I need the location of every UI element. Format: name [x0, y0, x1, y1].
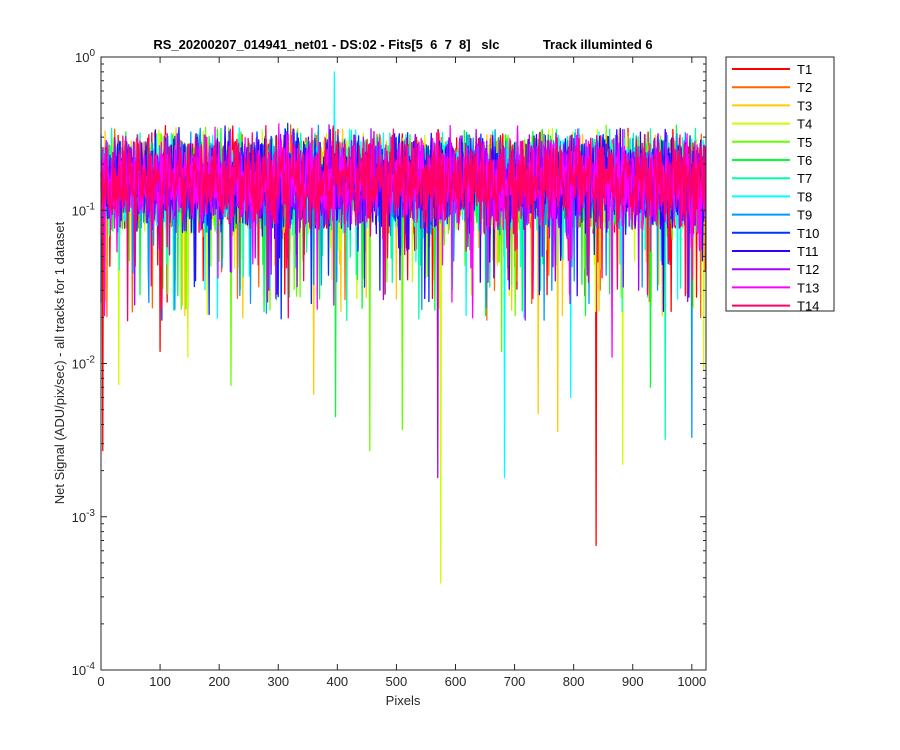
x-tick-label: 500 — [386, 674, 408, 689]
x-tick-label: 1000 — [677, 674, 706, 689]
legend-label: T14 — [797, 299, 819, 314]
x-tick-label: 600 — [445, 674, 467, 689]
legend-label: T4 — [797, 117, 812, 132]
x-axis-label: Pixels — [386, 693, 421, 708]
y-tick-label: 10-2 — [72, 355, 96, 372]
legend-label: T10 — [797, 226, 819, 241]
x-tick-label: 200 — [208, 674, 230, 689]
legend-label: T6 — [797, 153, 812, 168]
legend-label: T7 — [797, 171, 812, 186]
legend: T1 T2 T3 T4 T5 T6 T7 T8 T9 T10 T11 T12 T13 T14 — [725, 56, 835, 314]
legend-label: T13 — [797, 280, 819, 295]
y-tick-label: 100 — [75, 48, 95, 65]
legend-label: T9 — [797, 208, 812, 223]
x-tick-label: 100 — [149, 674, 171, 689]
x-tick-label: 700 — [504, 674, 526, 689]
y-axis-label: Net Signal (ADU/pix/sec) - all tracks fo… — [52, 221, 67, 504]
x-tick-label: 0 — [97, 674, 104, 689]
legend-label: T5 — [797, 135, 812, 150]
x-tick-label: 900 — [622, 674, 644, 689]
chart: 0 100 200 300 400 500 600 700 800 900 1000 100 10-1… — [52, 37, 835, 708]
y-tick-label: 10-4 — [72, 661, 96, 678]
legend-label: T1 — [797, 62, 812, 77]
y-tick-label: 10-1 — [72, 201, 96, 218]
legend-label: T3 — [797, 98, 812, 113]
x-tick-label: 800 — [563, 674, 585, 689]
legend-label: T2 — [797, 80, 812, 95]
legend-label: T12 — [797, 262, 819, 277]
x-tick-label: 400 — [326, 674, 348, 689]
legend-label: T11 — [797, 244, 818, 259]
chart-title: RS_20200207_014941_net01 - DS:02 - Fits[… — [153, 37, 652, 52]
legend-label: T8 — [797, 189, 812, 204]
y-tick-label: 10-3 — [72, 508, 96, 525]
x-tick-label: 300 — [267, 674, 289, 689]
